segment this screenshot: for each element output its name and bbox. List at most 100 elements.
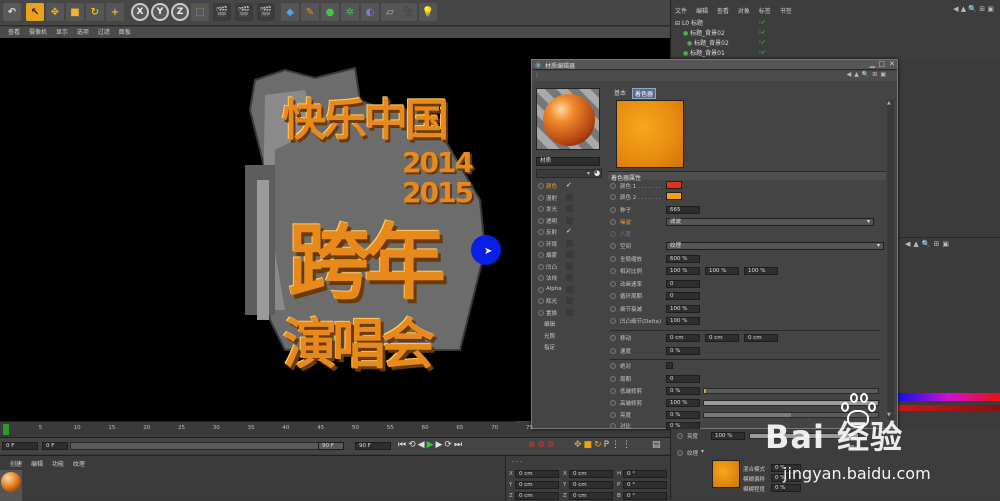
prop-color2-anim-dot[interactable] (610, 194, 616, 200)
attr-brightness-dot[interactable] (677, 433, 683, 439)
channel-label[interactable]: 发光 (546, 205, 557, 213)
channel-dot[interactable] (538, 298, 544, 304)
prop-loop-field[interactable]: 0 (666, 292, 700, 300)
prop-anim-speed-field[interactable]: 0 (666, 280, 700, 288)
om-menu-edit[interactable]: 编辑 (696, 8, 708, 15)
channel-label[interactable]: 反射 (546, 228, 557, 236)
rotate-tool-button[interactable]: ↻ (86, 3, 104, 21)
light-icon[interactable]: 💡 (419, 3, 437, 21)
channel-checkbox[interactable] (566, 216, 573, 224)
channel-dot[interactable] (538, 263, 544, 270)
axis-z-button[interactable]: Z (171, 3, 189, 21)
prop-global-scale-anim-dot[interactable] (610, 256, 616, 262)
prop-move-y[interactable]: 0 cm (705, 334, 739, 342)
add-tool-button[interactable]: + (106, 3, 124, 21)
next-key-icon[interactable]: ⟳ (444, 440, 454, 450)
me-dropdown-icon[interactable]: ▾ (587, 170, 590, 177)
viewport-menu-panel[interactable]: 面板 (119, 29, 131, 36)
prop-space-select[interactable]: 纹理 (666, 242, 884, 250)
key-move-icon[interactable]: ✥ (574, 440, 584, 450)
om-menu-file[interactable]: 文件 (675, 8, 687, 15)
channel-dot[interactable] (538, 286, 544, 293)
material-editor-titlebar[interactable]: ◉ 材质编辑器 ▁ □ ✕ (532, 60, 897, 70)
coord-x-field[interactable]: 0 cm (515, 470, 559, 478)
move-tool-button[interactable]: ↖ (26, 3, 44, 21)
channel-checkbox[interactable]: ✓ (566, 228, 573, 235)
tab-basic[interactable]: 基本 (612, 88, 628, 97)
material-name-field[interactable]: 材质 (536, 157, 600, 166)
prop-noise-select[interactable]: 滤波 (666, 218, 874, 226)
prop-cycle-anim-dot[interactable] (610, 376, 616, 382)
prop-rel-scale-anim-dot[interactable] (610, 268, 616, 274)
coord-y-field[interactable]: 0 cm (515, 481, 559, 489)
prop-rel-scale-z[interactable]: 100 % (744, 267, 778, 275)
viewport-menu-camera[interactable]: 摄像机 (29, 29, 47, 36)
channel-checkbox[interactable] (566, 285, 573, 293)
prop-low-clip-anim-dot[interactable] (610, 388, 616, 394)
channel-checkbox[interactable]: ✓ (566, 182, 573, 189)
prop-absolute-anim-dot[interactable] (610, 363, 616, 369)
keyframe-icon[interactable]: ⊘ (547, 440, 557, 450)
coord-p-field[interactable]: 0 ° (623, 481, 667, 489)
prop-move-anim-dot[interactable] (610, 335, 616, 341)
channel-label[interactable]: 烟雾 (546, 251, 557, 259)
me-nav-icons[interactable]: ◀▲🔍⊞▣ (847, 71, 889, 78)
frame-max-field[interactable]: 90 F (318, 442, 344, 450)
channel-checkbox[interactable] (566, 262, 573, 270)
om-menu-object[interactable]: 对象 (738, 8, 750, 15)
viewport-menu-options[interactable]: 选项 (77, 29, 89, 36)
material-preview[interactable] (536, 88, 600, 150)
me-scrollbar[interactable]: ▲ ▼ (887, 100, 894, 420)
channel-dot[interactable] (538, 206, 544, 212)
deformer-icon[interactable]: ◐ (361, 3, 379, 21)
channel-label[interactable]: Alpha (546, 286, 562, 292)
key-scale-icon[interactable]: ■ (584, 440, 595, 450)
channel-dot[interactable] (538, 183, 544, 189)
attr-brightness-field[interactable]: 100 % (711, 432, 745, 440)
channel-checkbox[interactable] (566, 205, 573, 212)
axis-x-button[interactable]: X (131, 3, 149, 21)
timeline-window-icon[interactable]: ▤ (652, 440, 661, 450)
prop-detail-anim-dot[interactable] (610, 306, 616, 312)
viewport-menu-view[interactable]: 查看 (8, 29, 20, 36)
channel-label[interactable]: 透明 (546, 217, 557, 225)
prop-color1-anim-dot[interactable] (610, 183, 616, 189)
channel-checkbox[interactable] (566, 308, 573, 316)
mm-menu-texture[interactable]: 纹理 (73, 461, 85, 468)
frame-current-field[interactable]: 0 F (42, 442, 68, 450)
me-scrollbar-up-icon[interactable]: ▲ (887, 100, 891, 106)
scale-tool-button[interactable]: ■ (66, 3, 84, 21)
mm-menu-edit[interactable]: 编辑 (31, 461, 43, 468)
close-icon[interactable]: ✕ (889, 60, 895, 68)
prop-absolute-checkbox[interactable] (666, 362, 673, 369)
prop-rel-scale-x[interactable]: 100 % (666, 267, 700, 275)
channel-checkbox[interactable] (566, 274, 573, 281)
pen-icon[interactable]: ✎ (301, 3, 319, 21)
frame-end-field[interactable]: 90 F (355, 442, 391, 450)
channel-label[interactable]: 漫射 (546, 194, 557, 202)
prop-high-clip-field[interactable]: 100 % (666, 399, 700, 407)
key-grid-icon[interactable]: ⋮⋮ (611, 440, 633, 450)
viewport-menu-display[interactable]: 显示 (56, 29, 68, 36)
prop-noise-anim-dot[interactable] (610, 219, 616, 225)
attr-texture-dot[interactable] (677, 450, 683, 456)
nurbs-icon[interactable]: ● (321, 3, 339, 21)
array-icon[interactable]: ✲ (341, 3, 359, 21)
prop-cycle-field[interactable]: 0 (666, 375, 700, 383)
axis-y-button[interactable]: Y (151, 3, 169, 21)
mm-menu-function[interactable]: 功能 (52, 461, 64, 468)
channel-label[interactable]: 凹凸 (546, 263, 557, 271)
cube-icon[interactable]: ◆ (281, 3, 299, 21)
maximize-icon[interactable]: □ (878, 60, 885, 68)
prop-global-scale-field[interactable]: 600 % (666, 255, 700, 263)
om-row-2[interactable]: ● 标题_背景02 (687, 38, 797, 47)
undo-button[interactable]: ↶ (3, 3, 21, 21)
render-settings-button[interactable]: 🎬 (257, 3, 275, 21)
floor-icon[interactable]: ▱ (381, 3, 399, 21)
prop-high-clip-anim-dot[interactable] (610, 400, 616, 406)
record-icon[interactable]: ⊗ (528, 440, 538, 450)
prop-space-anim-dot[interactable] (610, 243, 616, 249)
timeline-ruler[interactable]: 051015202530354045505560657075 (0, 421, 533, 435)
goto-end-icon[interactable]: ⏭ (454, 440, 464, 450)
prop-low-clip-field[interactable]: 0 % (666, 387, 700, 395)
